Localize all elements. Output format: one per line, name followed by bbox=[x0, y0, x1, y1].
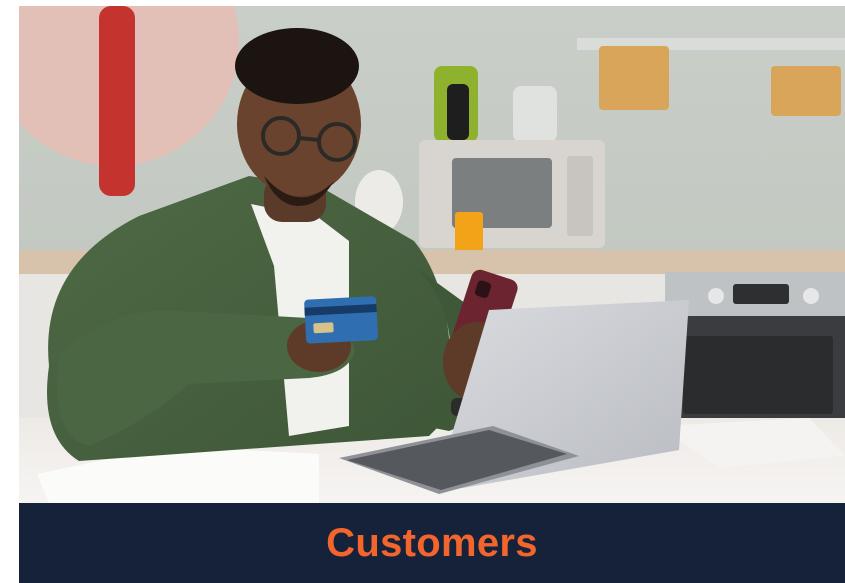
customers-banner[interactable]: Customers bbox=[19, 503, 845, 583]
customers-card[interactable]: Customers bbox=[19, 6, 845, 583]
banner-title[interactable]: Customers bbox=[326, 521, 538, 566]
customer-photo bbox=[19, 6, 845, 503]
